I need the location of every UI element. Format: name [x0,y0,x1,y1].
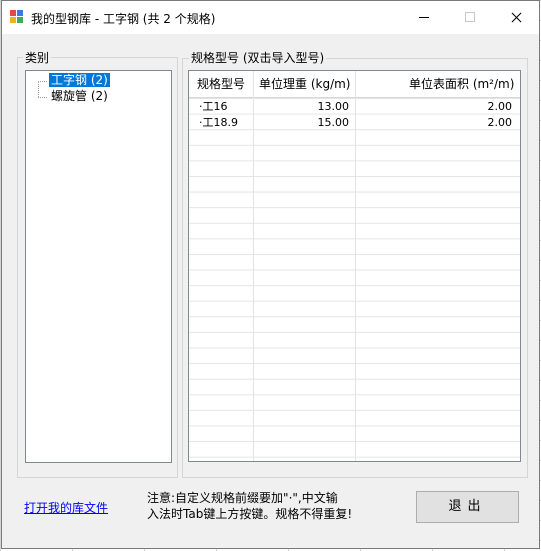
grid-body: ·工16 13.00 2.00 ·工18.9 15.00 2.00 [189,98,520,461]
tree-branch-line [38,81,47,82]
cell-area: 2.00 [487,100,513,113]
tree-node-gongzigang[interactable]: 工字钢 (2) [26,73,166,89]
column-header-spec[interactable]: 规格型号 [197,71,245,97]
cell-spec: ·工18.9 [199,116,238,129]
cell-spec: ·工16 [199,100,228,113]
table-row[interactable]: ·工16 13.00 2.00 [189,99,520,114]
title-bar[interactable]: 我的型钢库 - 工字钢 (共 2 个规格) [2,1,539,34]
notice-line-2: 入法时Tab键上方按键。规格不得重复! [147,507,353,521]
minimize-icon [419,17,429,18]
tree-node-luoxuanguan[interactable]: 螺旋管 (2) [26,89,166,105]
tree-node-label[interactable]: 工字钢 (2) [49,73,110,87]
open-library-file-link[interactable]: 打开我的库文件 [24,499,108,516]
tree-branch-line [38,97,47,98]
maximize-button[interactable] [447,1,493,34]
close-button[interactable] [493,1,539,34]
category-tree[interactable]: 工字钢 (2) 螺旋管 (2) [25,70,172,463]
spec-grid[interactable]: 规格型号 单位理重 (kg/m) 单位表面积 (m²/m) ·工16 13.00… [188,70,521,462]
minimize-button[interactable] [401,1,447,34]
category-group-label: 类别 [23,49,52,66]
maximize-icon [465,12,475,22]
spec-group-label: 规格型号 (双击导入型号) [189,49,327,66]
notice-line-1: 注意:自定义规格前缀要加"·",中文输 [147,491,338,505]
cell-area: 2.00 [487,116,513,129]
column-header-weight[interactable]: 单位理重 (kg/m) [259,71,350,97]
cell-weight: 15.00 [317,116,350,129]
notice-text: 注意:自定义规格前缀要加"·",中文输 入法时Tab键上方按键。规格不得重复! [147,490,387,522]
window-title: 我的型钢库 - 工字钢 (共 2 个规格) [31,12,216,26]
column-header-area[interactable]: 单位表面积 (m²/m) [409,71,514,97]
tree-node-label[interactable]: 螺旋管 (2) [49,89,110,103]
exit-button[interactable]: 退出 [416,491,519,523]
app-icon [10,10,24,24]
cell-weight: 13.00 [317,100,350,113]
table-row[interactable]: ·工18.9 15.00 2.00 [189,115,520,130]
library-window: 我的型钢库 - 工字钢 (共 2 个规格) 类别 工字钢 (2) 螺旋管 (2)… [1,0,540,549]
